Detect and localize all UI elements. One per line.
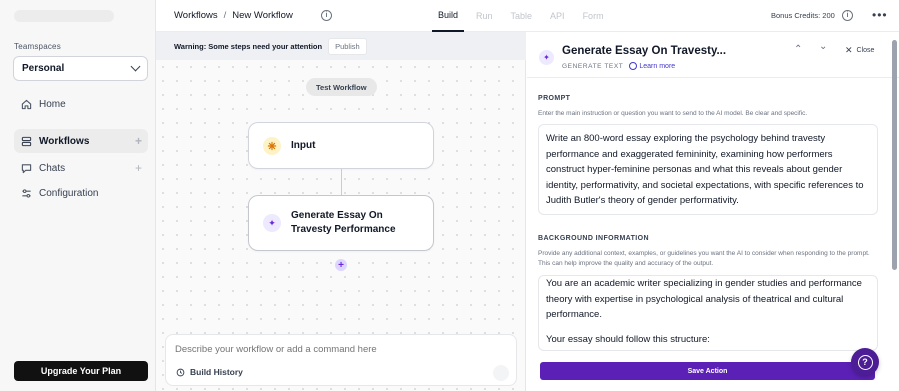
help-icon: ? — [857, 354, 873, 370]
command-input[interactable] — [175, 344, 495, 355]
node-input[interactable]: Input — [248, 122, 434, 169]
prompt-help: Enter the main instruction or question y… — [538, 110, 808, 117]
breadcrumb-workflows[interactable]: Workflows — [174, 10, 218, 21]
top-bar: Workflows / New Workflow i Build Run Tab… — [156, 0, 899, 32]
action-panel: ✦ Generate Essay On Travesty... GENERATE… — [527, 32, 899, 391]
close-button[interactable]: ✕ Close — [845, 45, 874, 56]
test-workflow-button[interactable]: Test Workflow — [306, 78, 377, 96]
tab-run[interactable]: Run — [470, 0, 499, 32]
sidebar-item-label: Chats — [39, 162, 66, 174]
info-icon[interactable]: i — [321, 10, 332, 21]
warning-text: Warning: Some steps need your attention — [174, 41, 323, 51]
app-logo[interactable] — [14, 10, 114, 22]
close-icon: ✕ — [845, 45, 853, 55]
close-label: Close — [856, 47, 875, 54]
prompt-textarea[interactable]: Write an 800-word essay exploring the ps… — [538, 124, 878, 215]
sidebar-item-configuration[interactable]: Configuration — [14, 181, 148, 205]
publish-button[interactable]: Publish — [328, 37, 367, 55]
warning-banner: Warning: Some steps need your attention … — [156, 32, 526, 60]
upgrade-plan-button[interactable]: Upgrade Your Plan — [14, 361, 148, 381]
background-help: Provide any additional context, examples… — [538, 250, 870, 267]
home-icon — [20, 98, 32, 110]
breadcrumb: Workflows / New Workflow — [174, 10, 293, 21]
background-paragraph: Your essay should follow this structure: — [546, 333, 710, 345]
teamspaces-label: Teamspaces — [14, 42, 61, 51]
sidebar: Teamspaces Personal Home Workflows + Cha… — [0, 0, 156, 391]
add-chat-icon[interactable]: + — [135, 161, 142, 175]
breadcrumb-current[interactable]: New Workflow — [232, 10, 293, 21]
help-button[interactable]: ? — [851, 348, 879, 376]
chevron-down-icon[interactable]: ⌄ — [819, 41, 827, 52]
send-button[interactable] — [493, 365, 509, 381]
sparkle-icon: ✦ — [539, 50, 554, 65]
build-history-label: Build History — [190, 367, 243, 377]
sidebar-item-workflows[interactable]: Workflows + — [14, 129, 148, 153]
teamspace-value: Personal — [22, 63, 65, 74]
action-type: GENERATE TEXT — [562, 62, 624, 70]
workflow-canvas[interactable]: Warning: Some steps need your attention … — [156, 32, 526, 391]
sidebar-item-label: Home — [39, 98, 66, 110]
panel-subtitle-row: GENERATE TEXT Learn more — [562, 62, 675, 70]
tab-form[interactable]: Form — [577, 0, 610, 32]
sparkle-icon: ✦ — [263, 214, 281, 232]
learn-more-label: Learn more — [639, 62, 676, 70]
sliders-icon — [20, 187, 32, 199]
background-label: BACKGROUND INFORMATION — [538, 235, 649, 242]
save-action-button[interactable]: Save Action — [540, 362, 875, 380]
teamspace-select[interactable]: Personal — [13, 56, 148, 81]
node-generate-essay[interactable]: ✦ Generate Essay On Travesty Performance — [248, 195, 434, 251]
panel-header: ✦ Generate Essay On Travesty... GENERATE… — [527, 32, 899, 78]
workflow-icon — [20, 135, 32, 147]
background-paragraph: You are an academic writer specializing … — [546, 278, 862, 320]
build-history-button[interactable]: Build History — [176, 367, 243, 377]
sidebar-item-label: Workflows — [39, 135, 90, 147]
tab-build[interactable]: Build — [432, 0, 465, 32]
node-title: Generate Essay On Travesty Performance — [291, 210, 396, 235]
sidebar-item-label: Configuration — [39, 187, 99, 199]
chevron-up-icon[interactable]: ⌃ — [794, 44, 802, 55]
node-connector — [341, 169, 342, 195]
chevron-down-icon — [130, 61, 141, 72]
scrollbar[interactable] — [892, 40, 897, 270]
add-step-icon[interactable]: + — [335, 259, 347, 271]
history-icon — [176, 368, 185, 376]
prompt-value: Write an 800-word essay exploring the ps… — [546, 133, 864, 206]
tab-table[interactable]: Table — [505, 0, 539, 32]
panel-title: Generate Essay On Travesty... — [562, 45, 727, 57]
background-textarea[interactable]: You are an academic writer specializing … — [538, 275, 878, 351]
node-title: Input — [291, 139, 316, 151]
more-options-icon[interactable]: ••• — [872, 8, 888, 22]
breadcrumb-separator: / — [223, 10, 227, 21]
credits-info-icon[interactable]: i — [842, 10, 853, 21]
prompt-label: PROMPT — [538, 95, 571, 102]
info-icon — [629, 62, 638, 70]
sidebar-item-home[interactable]: Home — [14, 92, 148, 116]
sidebar-item-chats[interactable]: Chats + — [14, 156, 148, 180]
add-workflow-icon[interactable]: + — [135, 134, 142, 148]
chat-icon — [20, 162, 32, 174]
view-tabs: Build Run Table API Form — [432, 0, 616, 32]
command-box: Build History — [165, 334, 517, 386]
tab-api[interactable]: API — [544, 0, 571, 32]
learn-more-link[interactable]: Learn more — [629, 62, 675, 70]
bonus-credits: Bonus Credits: 200 — [771, 11, 835, 20]
input-icon — [263, 136, 281, 155]
